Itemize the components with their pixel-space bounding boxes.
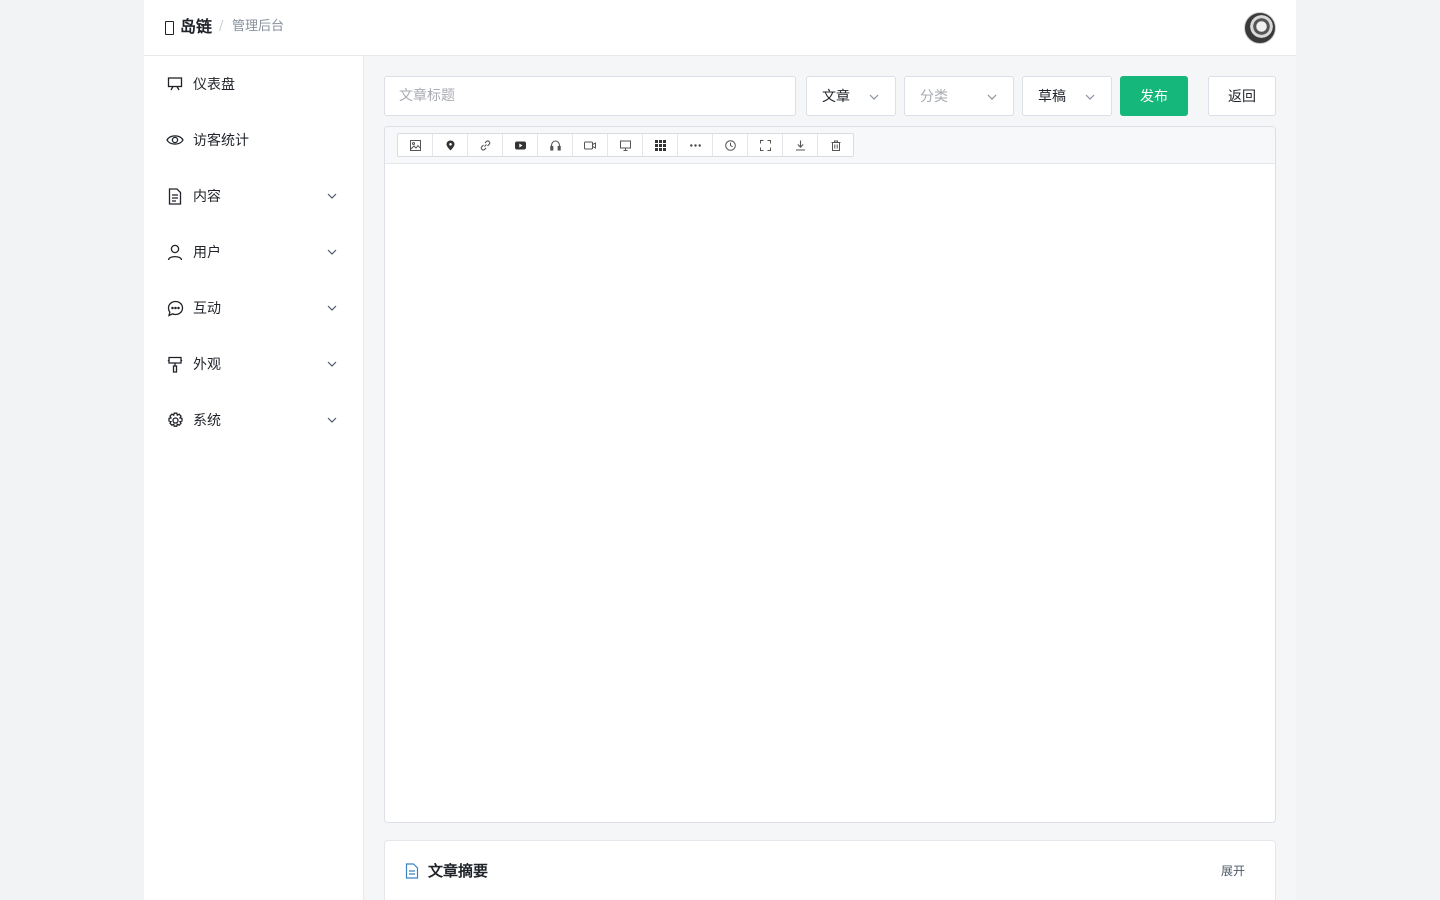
dashboard-icon: [166, 75, 184, 93]
article-summary-panel: 文章摘要 展开: [384, 840, 1276, 900]
sidebar-item-content[interactable]: 内容: [156, 176, 352, 216]
sidebar-item-label: 系统: [193, 413, 221, 429]
sidebar-item-label: 内容: [193, 189, 221, 205]
fullscreen-icon[interactable]: [748, 134, 783, 156]
user-icon: [166, 243, 184, 261]
editor-toolbar: [385, 127, 1275, 164]
category-select[interactable]: 分类: [904, 76, 1014, 116]
download-icon[interactable]: [783, 134, 818, 156]
grid-icon[interactable]: [643, 134, 678, 156]
expand-button[interactable]: 展开: [1221, 862, 1245, 880]
sidebar-item-users[interactable]: 用户: [156, 232, 352, 272]
chevron-down-icon: [327, 249, 337, 255]
article-type-select[interactable]: 文章: [806, 76, 896, 116]
image-icon[interactable]: [398, 134, 433, 156]
article-title-input[interactable]: [384, 76, 796, 116]
markdown-editor: [384, 126, 1276, 823]
link-icon[interactable]: [468, 134, 503, 156]
chevron-down-icon: [327, 361, 337, 367]
chevron-down-icon: [327, 417, 337, 423]
monitor-icon[interactable]: [608, 134, 643, 156]
back-button[interactable]: 返回: [1208, 76, 1276, 116]
sidebar-item-label: 外观: [193, 357, 221, 373]
sidebar-item-visitors[interactable]: 访客统计: [156, 120, 352, 160]
audio-icon[interactable]: [538, 134, 573, 156]
sidebar-item-dashboard[interactable]: 仪表盘: [156, 64, 352, 104]
user-avatar[interactable]: [1244, 12, 1276, 44]
app-frame: 岛链 / 管理后台 仪表盘 访客统计 内容 用户 互动 外观 系统 文章标题 文…: [144, 0, 1296, 900]
status-value: 草稿: [1038, 89, 1066, 105]
summary-title: 文章摘要: [428, 862, 489, 880]
status-select[interactable]: 草稿: [1022, 76, 1112, 116]
editor-text-area[interactable]: [385, 164, 1275, 822]
document-icon: [405, 863, 419, 879]
more-icon[interactable]: [678, 134, 713, 156]
location-icon[interactable]: [433, 134, 468, 156]
logo-icon: [165, 21, 174, 35]
chevron-down-icon: [327, 193, 337, 199]
breadcrumb-subtitle: 管理后台: [232, 19, 285, 34]
sidebar-item-appearance[interactable]: 外观: [156, 344, 352, 384]
chevron-down-icon: [869, 94, 879, 100]
main-content: 文章 分类 草稿 发布 返回: [364, 56, 1296, 900]
video-icon[interactable]: [573, 134, 608, 156]
category-placeholder: 分类: [920, 89, 948, 105]
gear-icon: [166, 411, 184, 429]
eye-icon: [166, 131, 184, 149]
chevron-down-icon: [987, 94, 997, 100]
sidebar-item-label: 仪表盘: [193, 77, 235, 93]
sidebar-item-interaction[interactable]: 互动: [156, 288, 352, 328]
publish-button[interactable]: 发布: [1120, 76, 1188, 116]
sidebar-item-label: 用户: [193, 245, 221, 261]
top-bar: 岛链 / 管理后台: [144, 0, 1296, 56]
document-icon: [166, 187, 184, 205]
chevron-down-icon: [1085, 94, 1095, 100]
toolbar-button-group: [397, 133, 854, 157]
chevron-down-icon: [327, 305, 337, 311]
article-type-value: 文章: [822, 89, 850, 105]
sidebar: 仪表盘 访客统计 内容 用户 互动 外观 系统: [144, 56, 364, 900]
chat-icon: [166, 299, 184, 317]
sidebar-item-label: 互动: [193, 301, 221, 317]
sidebar-item-label: 访客统计: [193, 133, 249, 149]
clock-icon[interactable]: [713, 134, 748, 156]
trash-icon[interactable]: [818, 134, 853, 156]
sidebar-item-system[interactable]: 系统: [156, 400, 352, 440]
brand-name[interactable]: 岛链: [180, 17, 212, 37]
youtube-icon[interactable]: [503, 134, 538, 156]
brush-icon: [166, 355, 184, 373]
breadcrumb-separator: /: [219, 19, 224, 34]
